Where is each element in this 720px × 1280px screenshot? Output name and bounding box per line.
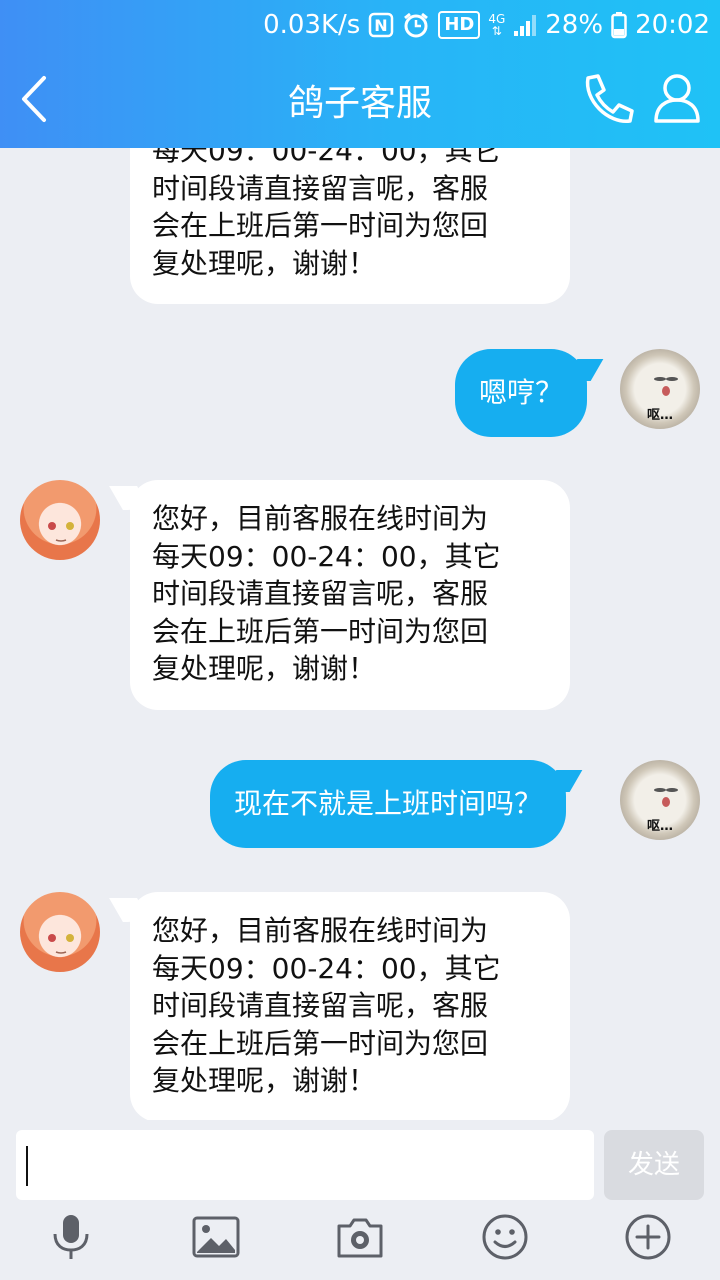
- incoming-message[interactable]: 每天09：00-24：00，其它 时间段请直接留言呢，客服 会在上班后第一时间为…: [130, 148, 570, 304]
- avatar-caption: 呕…: [646, 819, 673, 834]
- send-button[interactable]: 发送: [604, 1130, 704, 1200]
- message-line: 每天09：00-24：00，其它: [152, 951, 501, 985]
- alarm-icon: [402, 11, 430, 39]
- signal-icon: [513, 13, 537, 37]
- message-line: 会在上班后第一时间为您回: [152, 209, 489, 242]
- nfc-letter: N: [375, 16, 388, 35]
- chat-header: 鸽子客服: [0, 50, 720, 148]
- bubble-tail: [543, 770, 583, 792]
- message-text: 嗯哼？: [479, 376, 564, 409]
- avatar-agent[interactable]: [20, 892, 100, 972]
- message-line: 每天09：00-24：00，其它: [152, 148, 501, 167]
- nfc-icon: N: [368, 12, 394, 38]
- bubble-tail: [109, 898, 151, 922]
- plus-icon[interactable]: [623, 1212, 673, 1262]
- outgoing-message[interactable]: 现在不就是上班时间吗？: [210, 760, 583, 848]
- clock: 20:02: [635, 10, 710, 40]
- message-line: 您好，目前客服在线时间为: [152, 914, 489, 947]
- avatar-user[interactable]: 呕…: [620, 349, 700, 429]
- message-line: 复处理呢，谢谢！: [152, 246, 377, 280]
- camera-icon[interactable]: [335, 1212, 385, 1262]
- bubble-tail: [564, 359, 604, 381]
- message-line: 每天09：00-24：00，其它: [152, 539, 501, 573]
- net-speed: 0.03K/s: [263, 10, 361, 40]
- avatar-caption: 呕…: [646, 408, 673, 423]
- message-line: 您好，目前客服在线时间为: [152, 502, 489, 535]
- emoji-icon[interactable]: [480, 1212, 530, 1262]
- message-input[interactable]: [16, 1130, 594, 1200]
- message-line: 时间段请直接留言呢，客服: [152, 577, 489, 610]
- anime-girl-icon: [48, 522, 74, 542]
- battery-percent: 28%: [545, 10, 604, 40]
- anime-girl-icon: [48, 934, 74, 954]
- incoming-message[interactable]: 您好，目前客服在线时间为 每天09：00-24：00，其它 时间段请直接留言呢，…: [109, 480, 570, 710]
- image-icon[interactable]: [191, 1212, 241, 1262]
- composer: 发送: [0, 1120, 720, 1280]
- message-list[interactable]: 每天09：00-24：00，其它 时间段请直接留言呢，客服 会在上班后第一时间为…: [0, 148, 720, 1120]
- status-bar: 0.03K/s N HD 4G ⇅ 28% 20:02: [263, 0, 710, 50]
- avatar-user[interactable]: 呕…: [620, 760, 700, 840]
- battery-icon: [611, 11, 627, 39]
- input-toolbar: [0, 1212, 720, 1272]
- top-bar: 0.03K/s N HD 4G ⇅ 28% 20:02 鸽子客服: [0, 0, 720, 148]
- hd-badge: HD: [438, 11, 481, 39]
- microphone-icon[interactable]: [46, 1212, 96, 1262]
- message-line: 时间段请直接留言呢，客服: [152, 171, 489, 205]
- message-line: 复处理呢，谢谢！: [152, 652, 377, 685]
- message-line: 时间段请直接留言呢，客服: [152, 989, 489, 1022]
- person-icon[interactable]: [652, 72, 702, 124]
- message-line: 复处理呢，谢谢！: [152, 1064, 377, 1097]
- message-line: 会在上班后第一时间为您回: [152, 1026, 489, 1060]
- text-caret: [26, 1146, 28, 1186]
- outgoing-message[interactable]: 嗯哼？: [455, 349, 604, 437]
- bubble-tail: [109, 486, 151, 510]
- network-type: 4G ⇅: [488, 12, 506, 38]
- avatar-agent[interactable]: [20, 480, 100, 560]
- incoming-message[interactable]: 您好，目前客服在线时间为 每天09：00-24：00，其它 时间段请直接留言呢，…: [109, 892, 570, 1120]
- message-line: 会在上班后第一时间为您回: [152, 614, 489, 648]
- message-text: 现在不就是上班时间吗？: [234, 787, 543, 820]
- phone-icon[interactable]: [578, 72, 634, 126]
